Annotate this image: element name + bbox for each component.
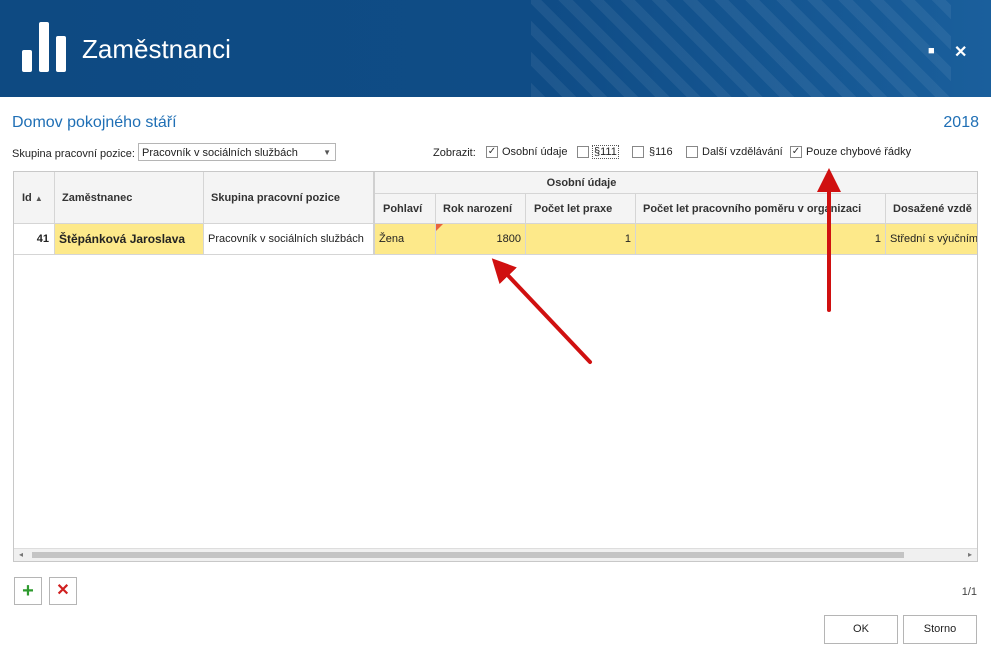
annotation-arrows [491, 168, 841, 364]
annotation-arrow-birth-year [491, 258, 592, 364]
